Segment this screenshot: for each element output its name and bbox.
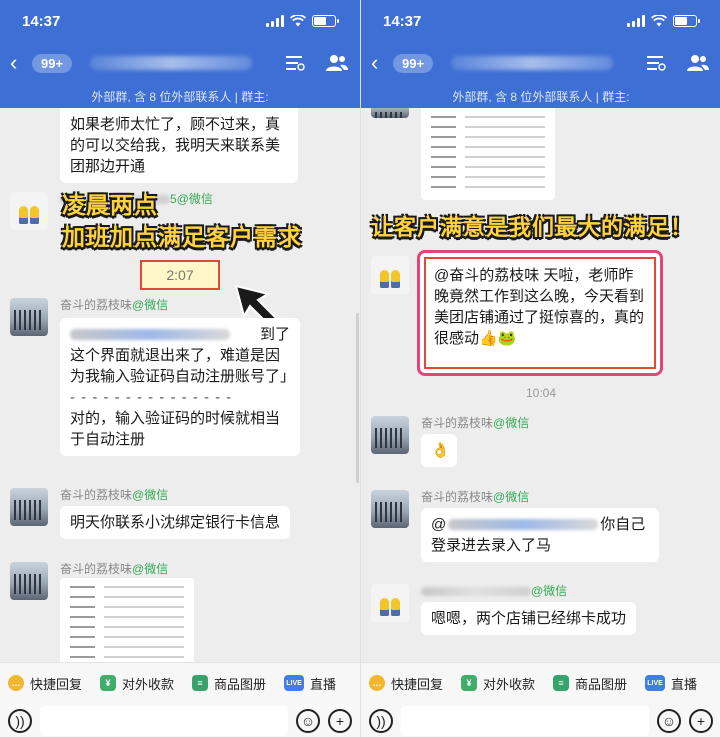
sender-name: 奋斗的荔枝味@微信 [60, 488, 169, 502]
catalog-icon: ≡ [553, 675, 570, 691]
sender-name: 奋斗的荔枝味@微信 [421, 416, 530, 430]
message-bubble[interactable]: 明天你联系小沈绑定银行卡信息 [60, 506, 291, 539]
chat-header: 14:37 ‹ 99+ 外部群, 含 8 位外部联系人 | 群主: [361, 0, 720, 108]
overlay-caption: 让客户满意是我们最大的满足！ [371, 215, 694, 240]
divider-scrollbar [356, 313, 359, 483]
members-icon[interactable] [324, 52, 350, 74]
chat-area[interactable]: 如果老师太忙了，顾不过来，真的可以交给我，我明天来联系美团那边开通 5@微信 凌… [0, 108, 360, 662]
status-time: 14:37 [383, 12, 422, 30]
status-time: 14:37 [22, 12, 61, 30]
message-bubble[interactable]: 👌 [421, 434, 457, 467]
signal-icon [627, 15, 645, 27]
yen-icon: ¥ [100, 675, 117, 691]
back-chevron-icon[interactable]: ‹ [10, 50, 24, 76]
sender-name: 奋斗的荔枝味@微信 [60, 562, 169, 576]
input-row: )) ☺ + [0, 703, 360, 737]
message-bubble[interactable]: 嗯嗯，两个店铺已经绑卡成功 [421, 602, 637, 635]
overlay-caption: 凌晨两点 [62, 192, 158, 218]
chat-area[interactable]: 让客户满意是我们最大的满足！ @奋斗的荔枝味 天啦，老师昨晚竟然工作到这么晚，今… [361, 108, 720, 662]
live-button[interactable]: LIVE 直播 [284, 674, 336, 693]
signal-icon [266, 15, 284, 27]
avatar[interactable] [371, 108, 409, 118]
avatar[interactable] [371, 256, 409, 294]
screenshot-thumbnail[interactable] [421, 108, 555, 200]
nav-bar: ‹ 99+ [361, 42, 720, 84]
status-bar: 14:37 [361, 0, 720, 42]
message-bubble[interactable]: 如果老师太忙了，顾不过来，真的可以交给我，我明天来联系美团那边开通 [60, 108, 298, 183]
right-screenshot: 14:37 ‹ 99+ 外部群, 含 8 位外部联系人 | 群主: 让客户满意是… [360, 0, 720, 737]
avatar[interactable] [10, 192, 48, 230]
sender-name: @微信 [421, 582, 567, 599]
avatar[interactable] [371, 490, 409, 528]
collect-payment-button[interactable]: ¥ 对外收款 [100, 674, 174, 693]
message-bubble[interactable]: @ 你自己 登录进去录入了马 [421, 508, 659, 562]
message-input[interactable] [401, 705, 649, 736]
avatar[interactable] [10, 562, 48, 600]
collect-payment-button[interactable]: ¥ 对外收款 [461, 674, 535, 693]
voice-icon[interactable]: )) [369, 708, 393, 733]
plus-icon[interactable]: + [689, 708, 713, 733]
unread-badge: 99+ [393, 53, 434, 73]
members-icon[interactable] [685, 52, 711, 74]
chat-title-redacted [90, 56, 252, 70]
timestamp: 10:04 [525, 386, 557, 400]
highlight-frame: @奋斗的荔枝味 天啦，老师昨晚竟然工作到这么晚，今天看到美团店铺通过了挺惊喜的，… [417, 250, 663, 376]
avatar[interactable] [371, 584, 409, 622]
unread-badge: 99+ [32, 53, 73, 73]
voice-icon[interactable]: )) [8, 708, 32, 733]
emoji-icon[interactable]: ☺ [657, 708, 681, 733]
quick-reply-button[interactable]: … 快捷回复 [369, 674, 443, 693]
emoji-icon[interactable]: ☺ [296, 708, 320, 733]
chat-header: 14:37 ‹ 99+ 外部群, 含 8 位外部联系人 | 群主: [0, 0, 360, 108]
catalog-icon: ≡ [192, 675, 209, 691]
battery-icon [312, 15, 339, 27]
product-catalog-button[interactable]: ≡ 商品图册 [553, 674, 627, 693]
yen-icon: ¥ [461, 675, 478, 691]
overlay-caption: 加班加点满足客户需求 [62, 224, 302, 250]
status-bar: 14:37 [0, 0, 360, 42]
chat-title-redacted [451, 56, 613, 70]
input-row: )) ☺ + [361, 703, 720, 737]
message-bubble[interactable]: @奋斗的荔枝味 天啦，老师昨晚竟然工作到这么晚，今天看到美团店铺通过了挺惊喜的，… [424, 257, 656, 369]
screenshot-thumbnail[interactable] [60, 578, 194, 662]
wifi-icon [651, 15, 667, 27]
message-bubble[interactable]: 到了 这个界面就退出来了，难道是因为我输入验证码自动注册账号了」 - - - -… [60, 318, 300, 456]
avatar[interactable] [10, 298, 48, 336]
left-screenshot: 14:37 ‹ 99+ 外部群, 含 8 位外部联系人 | 群主: 如果老师太忙… [0, 0, 360, 737]
nav-bar: ‹ 99+ [0, 42, 360, 84]
input-toolbar: … 快捷回复 ¥ 对外收款 ≡ 商品图册 LIVE 直播 )) ☺ + [361, 662, 720, 737]
quick-reply-button[interactable]: … 快捷回复 [8, 674, 82, 693]
chat-bubble-icon: … [8, 675, 24, 691]
quick-actions: … 快捷回复 ¥ 对外收款 ≡ 商品图册 LIVE 直播 [361, 663, 720, 703]
sender-name: 奋斗的荔枝味@微信 [421, 490, 530, 504]
input-toolbar: … 快捷回复 ¥ 对外收款 ≡ 商品图册 LIVE 直播 )) ☺ + [0, 662, 360, 737]
plus-icon[interactable]: + [328, 708, 352, 733]
quick-actions: … 快捷回复 ¥ 对外收款 ≡ 商品图册 LIVE 直播 [0, 663, 360, 703]
live-button[interactable]: LIVE 直播 [645, 674, 697, 693]
avatar[interactable] [10, 488, 48, 526]
live-icon: LIVE [284, 675, 305, 691]
menu-icon[interactable] [282, 52, 308, 74]
timestamp: 2:07 [140, 260, 220, 290]
live-icon: LIVE [645, 675, 666, 691]
group-info-bar: 外部群, 含 8 位外部联系人 | 群主: [91, 89, 269, 104]
avatar[interactable] [371, 416, 409, 454]
battery-icon [673, 15, 700, 27]
product-catalog-button[interactable]: ≡ 商品图册 [192, 674, 266, 693]
chat-bubble-icon: … [369, 675, 385, 691]
menu-icon[interactable] [643, 52, 669, 74]
back-chevron-icon[interactable]: ‹ [371, 50, 385, 76]
group-info-bar: 外部群, 含 8 位外部联系人 | 群主: [452, 89, 630, 104]
sender-name: 奋斗的荔枝味@微信 [60, 298, 169, 312]
message-input[interactable] [40, 705, 288, 736]
wifi-icon [290, 15, 306, 27]
